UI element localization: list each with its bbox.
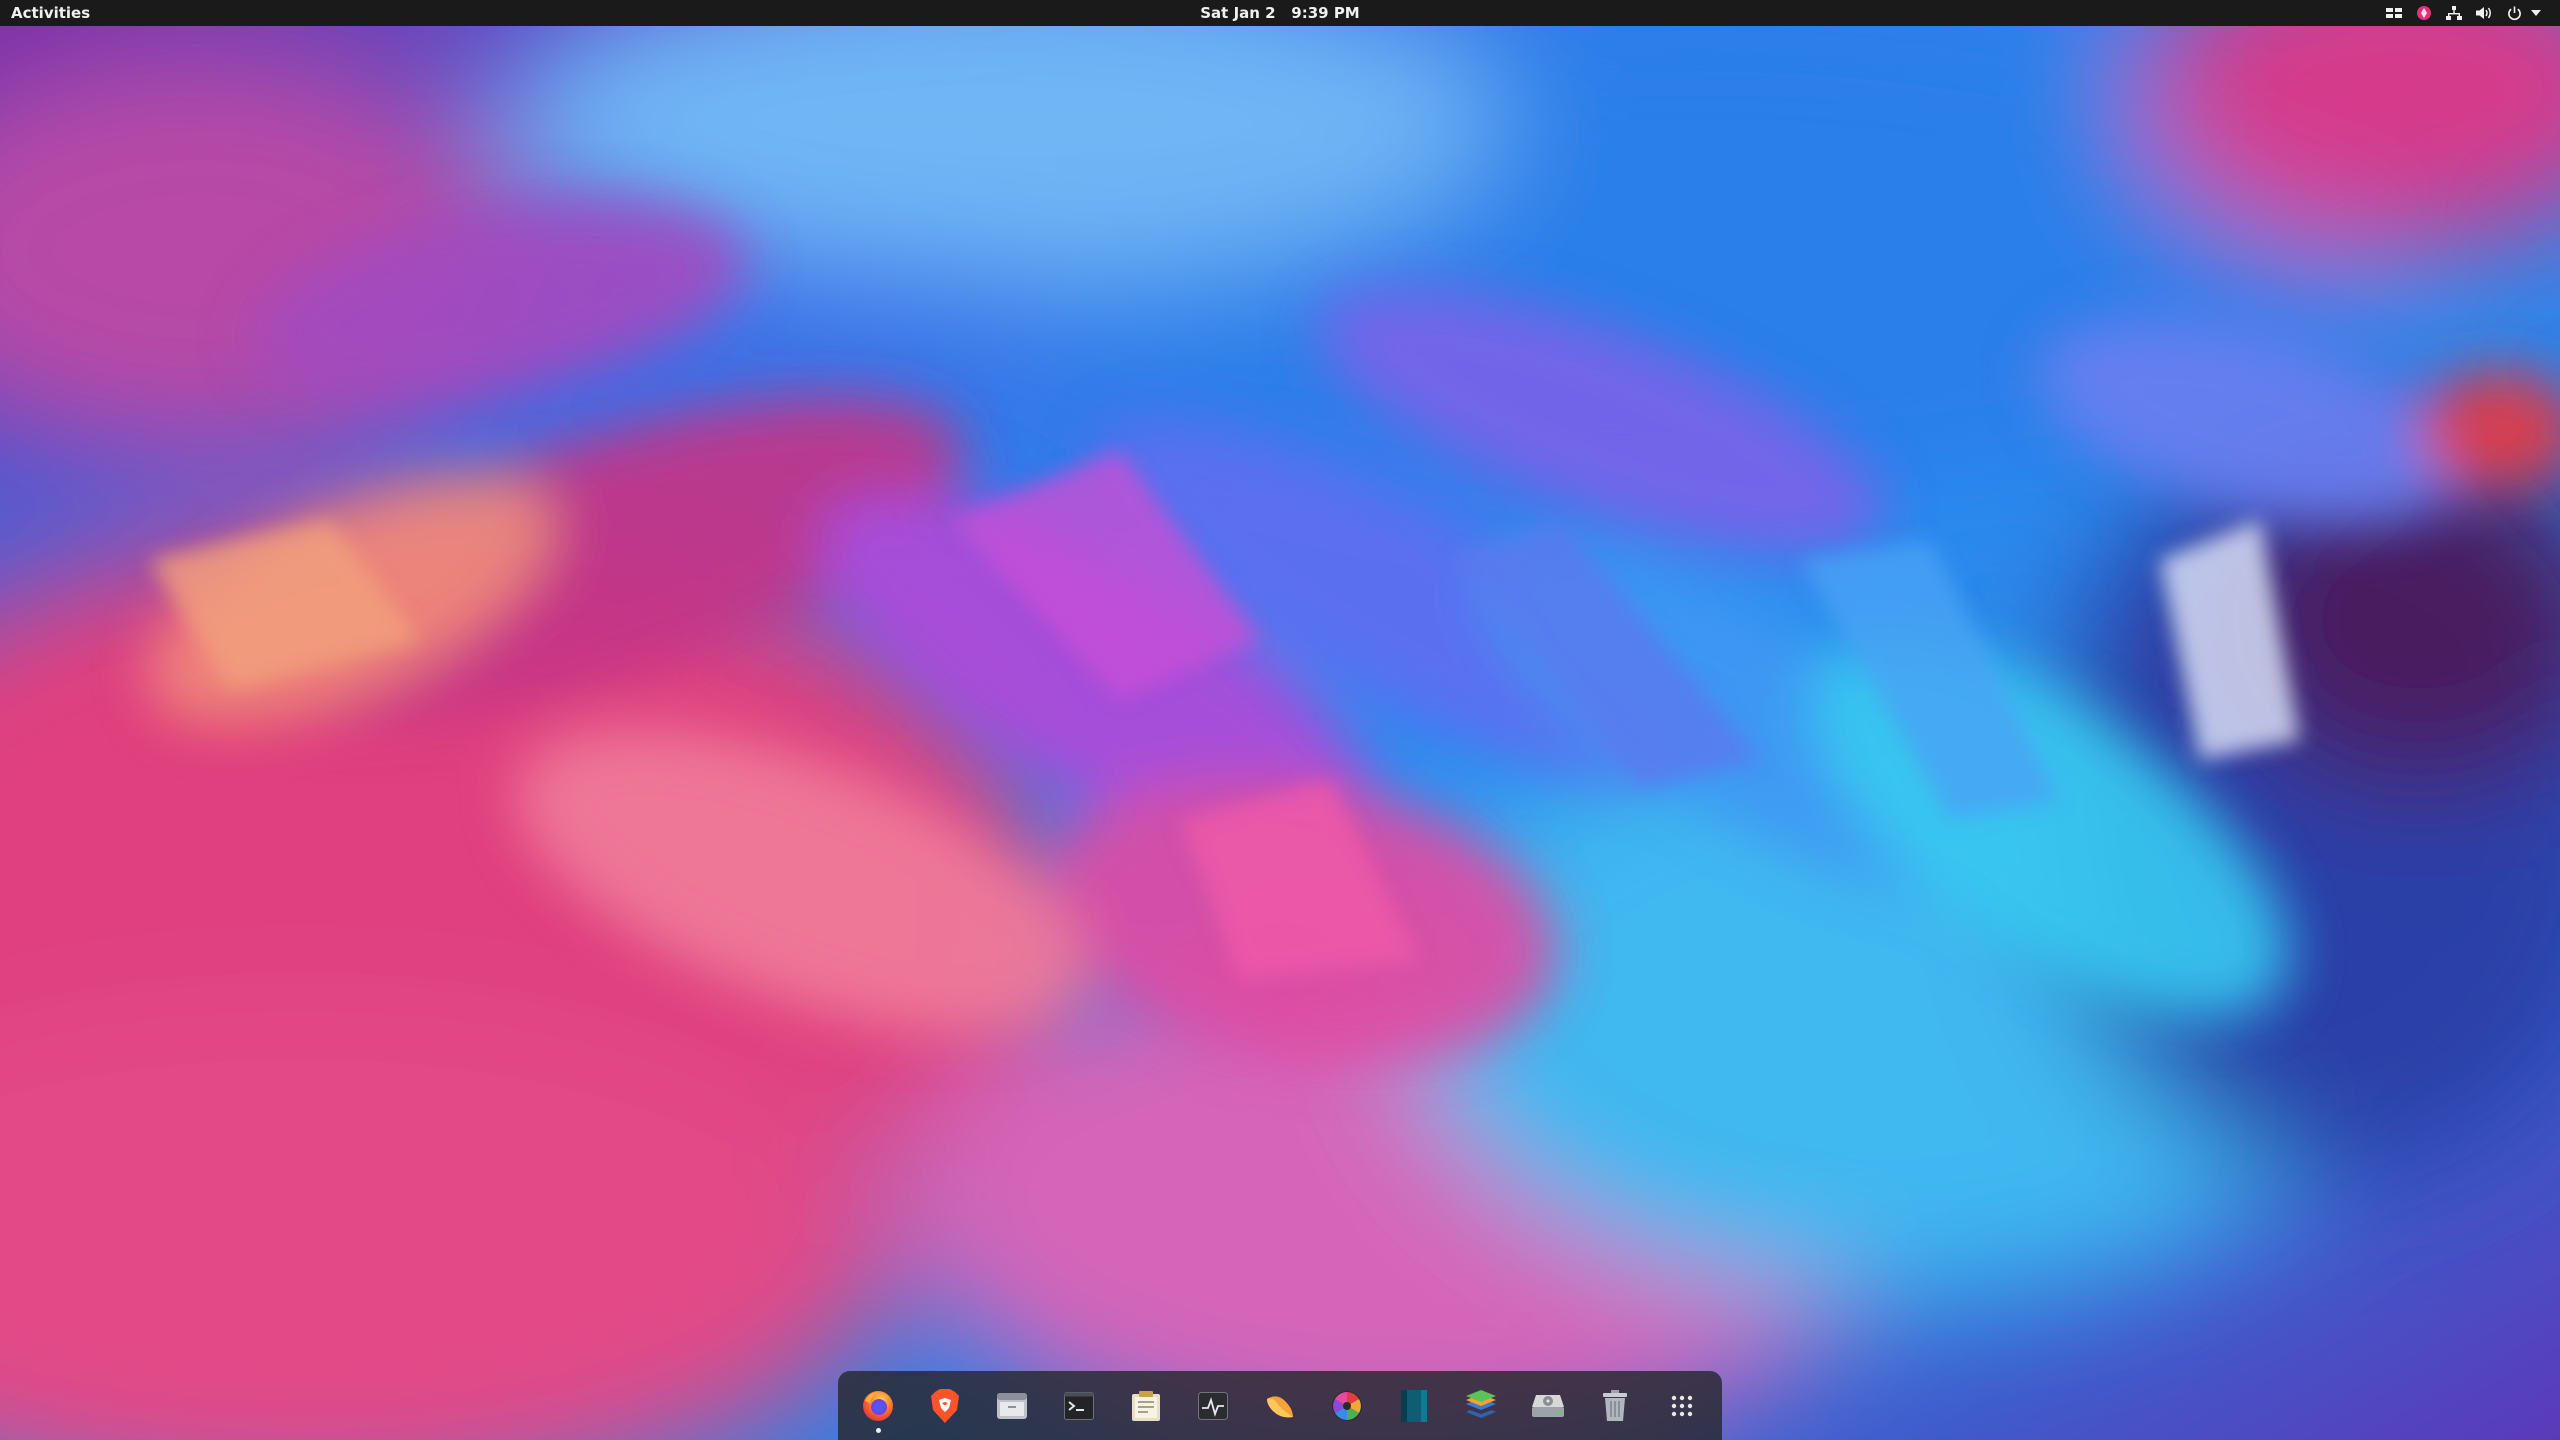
workspace-switcher-icon[interactable] bbox=[2379, 0, 2409, 26]
disk-utility-icon[interactable] bbox=[1522, 1376, 1574, 1436]
power-icon[interactable] bbox=[2500, 0, 2529, 26]
layers-app-icon[interactable] bbox=[1455, 1376, 1507, 1436]
system-monitor-icon[interactable] bbox=[1187, 1376, 1239, 1436]
clock-date-menu[interactable]: Sat Jan 2 9:39 PM bbox=[1190, 0, 1369, 26]
color-picker-icon[interactable] bbox=[1321, 1376, 1373, 1436]
show-applications-icon[interactable] bbox=[1656, 1376, 1708, 1436]
desktop: Activities Sat Jan 2 9:39 PM bbox=[0, 0, 2560, 1440]
activities-button[interactable]: Activities bbox=[0, 0, 101, 26]
app-indicator-icon[interactable] bbox=[2409, 0, 2439, 26]
trash-icon[interactable] bbox=[1589, 1376, 1641, 1436]
brave-browser-icon[interactable] bbox=[919, 1376, 971, 1436]
slack-like-app-icon[interactable] bbox=[1254, 1376, 1306, 1436]
file-manager-icon[interactable] bbox=[986, 1376, 1038, 1436]
text-editor-icon[interactable] bbox=[1120, 1376, 1172, 1436]
running-indicator bbox=[875, 1427, 881, 1433]
dock bbox=[838, 1371, 1722, 1440]
system-tray bbox=[2379, 0, 2560, 26]
terminal-icon[interactable] bbox=[1053, 1376, 1105, 1436]
chevron-down-icon[interactable] bbox=[2529, 0, 2548, 26]
firefox-icon[interactable] bbox=[852, 1376, 904, 1436]
top-bar: Activities Sat Jan 2 9:39 PM bbox=[0, 0, 2560, 26]
desktop-wallpaper bbox=[0, 0, 2560, 1440]
network-icon[interactable] bbox=[2439, 0, 2469, 26]
book-reader-icon[interactable] bbox=[1388, 1376, 1440, 1436]
volume-icon[interactable] bbox=[2469, 0, 2500, 26]
